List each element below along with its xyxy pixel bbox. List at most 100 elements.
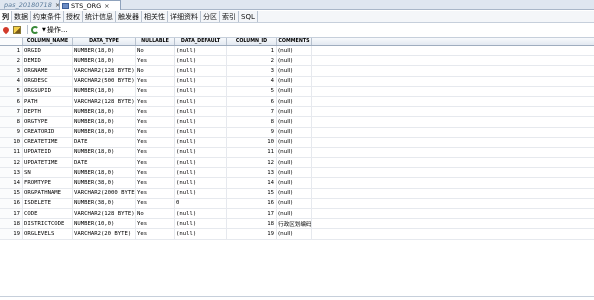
column-name-cell: DEMID bbox=[23, 56, 73, 66]
table-row[interactable]: 14 FROMTYPE NUMBER(38,0) Yes (null) 14 (null) bbox=[0, 178, 594, 189]
data-default-cell: (null) bbox=[175, 188, 227, 198]
data-type-cell: NUMBER(18,0) bbox=[73, 56, 136, 66]
table-row[interactable]: 19 ORGLEVELS VARCHAR2(20 BYTE) Yes (null) 19(… bbox=[0, 229, 594, 240]
tab-8[interactable]: 分区 bbox=[201, 11, 220, 22]
column-id-cell: 19 bbox=[227, 229, 277, 239]
column-name-cell: CODE bbox=[23, 209, 73, 219]
doc-tab-sts-org[interactable]: STS_ORG × bbox=[59, 0, 121, 10]
data-default-cell: (null) bbox=[175, 107, 227, 117]
table-row[interactable]: 12 UPDATETIME DATE Yes (null) 12 (null) bbox=[0, 158, 594, 169]
columns-grid: COLUMN_NAME DATA_TYPE NULLABLE DATA_DEFAULT… bbox=[0, 37, 594, 240]
column-id-cell: 18 bbox=[227, 219, 277, 229]
column-id-cell: 11 bbox=[227, 147, 277, 158]
data-default-header[interactable]: DATA_DEFAULT bbox=[175, 38, 227, 45]
column-id-cell: 14 bbox=[227, 178, 277, 188]
tab-10[interactable]: SQL bbox=[239, 11, 258, 22]
tab-1[interactable]: 数据 bbox=[12, 11, 31, 22]
table-row[interactable]: 18 DISTRICTCODE NUMBER(10,0) Yes (null) 18 行政区… bbox=[0, 219, 594, 230]
table-row[interactable]: 16 ISDELETE NUMBER(38,0) Yes 0 16 (null) bbox=[0, 198, 594, 209]
data-default-cell: (null) bbox=[175, 66, 227, 76]
column-name-cell: ORGNAME bbox=[23, 66, 73, 76]
data-default-cell: (null) bbox=[175, 209, 227, 219]
data-type-cell: NUMBER(18,0) bbox=[73, 117, 136, 127]
data-default-cell: (null) bbox=[175, 46, 227, 56]
comments-cell: (null) bbox=[277, 107, 312, 117]
tab-0[interactable]: 列 bbox=[0, 11, 12, 22]
data-type-header[interactable]: DATA_TYPE bbox=[73, 38, 136, 45]
comments-cell: (null) bbox=[277, 56, 312, 66]
table-row[interactable]: 3 ORGNAME VARCHAR2(128 BYTE) No (null) 3 (null… bbox=[0, 66, 594, 77]
nullable-cell: Yes bbox=[136, 96, 175, 107]
table-row[interactable]: 6 PATH VARCHAR2(128 BYTE) Yes (null) 6 (null) bbox=[0, 96, 594, 108]
column-id-cell: 17 bbox=[227, 209, 277, 219]
row-number: 11 bbox=[0, 147, 23, 158]
data-default-cell: (null) bbox=[175, 158, 227, 168]
row-number: 1 bbox=[0, 46, 23, 56]
column-name-cell: FROMTYPE bbox=[23, 178, 73, 188]
comments-cell: (null) bbox=[277, 127, 312, 137]
column-id-cell: 6 bbox=[227, 96, 277, 107]
table-row[interactable]: 17 CODE VARCHAR2(128 BYTE) No (null) 17 (null) bbox=[0, 209, 594, 220]
column-id-cell: 5 bbox=[227, 86, 277, 96]
row-number: 3 bbox=[0, 66, 23, 76]
nullable-cell: Yes bbox=[136, 188, 175, 198]
tab-3[interactable]: 授权 bbox=[64, 11, 83, 22]
close-icon[interactable]: × bbox=[104, 2, 109, 10]
comments-cell: (null) bbox=[277, 137, 312, 147]
data-type-cell: NUMBER(10,0) bbox=[73, 219, 136, 229]
comments-cell: 行政区划编码 bbox=[277, 219, 312, 229]
column-id-header[interactable]: COLUMN_ID bbox=[227, 38, 277, 45]
pin-icon[interactable] bbox=[1, 25, 11, 34]
edit-icon[interactable] bbox=[13, 25, 21, 34]
table-row[interactable]: 8 ORGTYPE NUMBER(18,0) Yes (null) 8 (null) bbox=[0, 117, 594, 128]
actions-dropdown[interactable]: ▼ 操作... bbox=[42, 25, 68, 35]
column-id-cell: 9 bbox=[227, 127, 277, 137]
refresh-icon[interactable] bbox=[31, 25, 39, 34]
comments-cell: (null) bbox=[277, 209, 312, 219]
tab-6[interactable]: 相关性 bbox=[142, 11, 168, 22]
table-row[interactable]: 5 ORGSUPID NUMBER(18,0) Yes (null) 5 (null) bbox=[0, 86, 594, 97]
comments-cell: (null) bbox=[277, 178, 312, 188]
row-number: 7 bbox=[0, 107, 23, 117]
grid-header: COLUMN_NAME DATA_TYPE NULLABLE DATA_DEFAULT… bbox=[0, 37, 594, 46]
nullable-cell: Yes bbox=[136, 198, 175, 208]
tab-2[interactable]: 约束条件 bbox=[31, 11, 64, 22]
nullable-cell: Yes bbox=[136, 137, 175, 147]
data-type-cell: VARCHAR2(128 BYTE) bbox=[74, 96, 136, 107]
tab-4[interactable]: 统计信息 bbox=[83, 11, 116, 22]
table-row[interactable]: 1 ORGID NUMBER(18,0) No (null) 1 (null) bbox=[0, 46, 594, 57]
table-row[interactable]: 10 CREATETIME DATE Yes (null) 10 (null) bbox=[0, 137, 594, 148]
column-name-header[interactable]: COLUMN_NAME bbox=[23, 38, 73, 45]
tab-5[interactable]: 触发器 bbox=[116, 11, 142, 22]
table-row[interactable]: 11 UPDATEID NUMBER(18,0) Yes (null) 11 (null) bbox=[0, 147, 594, 159]
row-number: 2 bbox=[0, 56, 23, 66]
table-row[interactable]: 13 SN NUMBER(18,0) Yes (null) 13 (null) bbox=[0, 168, 594, 179]
data-type-cell: VARCHAR2(20 BYTE) bbox=[73, 229, 136, 239]
column-name-cell: CREATORID bbox=[23, 127, 73, 137]
row-number-header[interactable] bbox=[0, 38, 23, 45]
data-default-cell: (null) bbox=[175, 168, 227, 178]
nullable-header[interactable]: NULLABLE bbox=[136, 38, 175, 45]
row-number: 6 bbox=[0, 96, 23, 107]
comments-cell: (null) bbox=[277, 76, 312, 86]
table-row[interactable]: 15 ORGPATHNAME VARCHAR2(2000 BYTE) Yes (null… bbox=[0, 188, 594, 199]
table-row[interactable]: 4 ORGDESC VARCHAR2(500 BYTE) Yes (null) 4 (nul… bbox=[0, 76, 594, 87]
data-type-cell: NUMBER(38,0) bbox=[73, 198, 136, 208]
tab-9[interactable]: 索引 bbox=[220, 11, 239, 22]
doc-tab-pas[interactable]: pas_20180718 × bbox=[0, 0, 60, 10]
data-type-cell: NUMBER(18,0) bbox=[73, 46, 136, 56]
data-default-cell: (null) bbox=[175, 56, 227, 66]
table-row[interactable]: 9 CREATORID NUMBER(18,0) Yes (null) 9 (null) bbox=[0, 127, 594, 138]
object-sub-tabs: 列数据 约束条件 授权 统计信息 触发器 相关性 详细资料 分区 索引 SQL bbox=[0, 11, 594, 23]
data-type-cell: NUMBER(18,0) bbox=[73, 86, 136, 96]
nullable-cell: Yes bbox=[136, 107, 175, 117]
doc-tab-label: pas_20180718 bbox=[4, 1, 52, 9]
column-id-cell: 15 bbox=[227, 188, 277, 198]
data-type-cell: VARCHAR2(500 BYTE) bbox=[74, 76, 136, 86]
comments-cell: (null) bbox=[277, 117, 312, 127]
column-name-cell: ORGPATHNAME bbox=[23, 188, 73, 198]
comments-header[interactable]: COMMENTS bbox=[277, 38, 312, 45]
table-row[interactable]: 2 DEMID NUMBER(18,0) Yes (null) 2 (null) bbox=[0, 56, 594, 67]
tab-7[interactable]: 详细资料 bbox=[168, 11, 201, 22]
table-row[interactable]: 7 DEPTH NUMBER(18,0) Yes (null) 7 (null) bbox=[0, 107, 594, 118]
